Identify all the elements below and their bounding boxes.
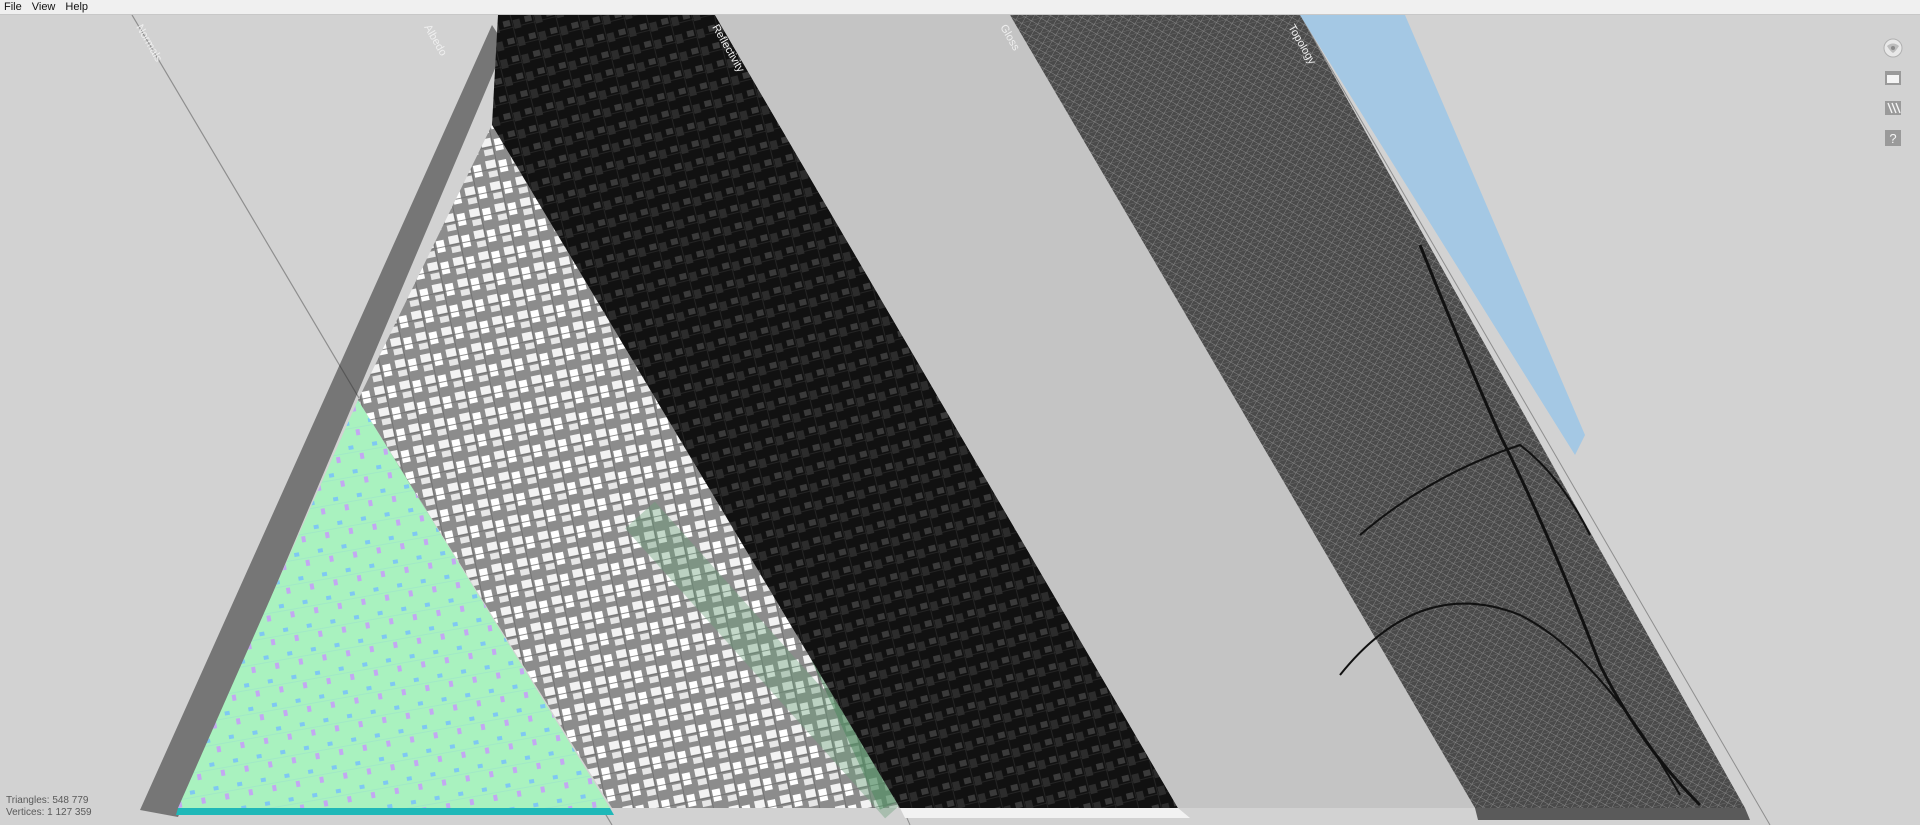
help-button[interactable]: ? [1882, 127, 1904, 149]
menu-bar: File View Help [0, 0, 1920, 15]
window-icon [1885, 71, 1901, 85]
label-normals: Normals [133, 23, 164, 65]
render-scene[interactable]: Normals Albedo Reflectivity Gloss Topolo… [0, 15, 1920, 825]
vertices-count: Vertices: 1 127 359 [6, 807, 92, 818]
layers-icon [1885, 101, 1901, 115]
help-icon: ? [1885, 130, 1901, 146]
view-toolbar: ? [1880, 37, 1906, 149]
menu-file[interactable]: File [0, 0, 27, 14]
svg-text:?: ? [1889, 131, 1896, 146]
layers-button[interactable] [1882, 97, 1904, 119]
window-button[interactable] [1882, 67, 1904, 89]
globe-button[interactable] [1882, 37, 1904, 59]
3d-viewport[interactable]: Normals Albedo Reflectivity Gloss Topolo… [0, 15, 1920, 825]
globe-icon [1883, 38, 1903, 58]
menu-help[interactable]: Help [60, 0, 93, 14]
label-albedo: Albedo [421, 23, 449, 59]
triangles-count: Triangles: 548 779 [6, 795, 89, 806]
menu-view[interactable]: View [27, 0, 61, 14]
render-stats: Triangles: 548 779 Vertices: 1 127 359 [6, 795, 92, 819]
